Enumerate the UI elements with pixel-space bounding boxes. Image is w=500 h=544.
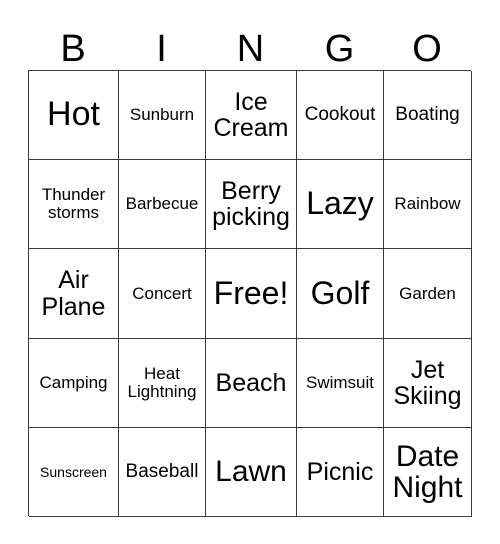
bingo-cell[interactable]: Lazy xyxy=(297,160,384,249)
bingo-cell[interactable]: Barbecue xyxy=(119,160,206,249)
bingo-cell[interactable]: Garden xyxy=(384,249,472,339)
bingo-cell[interactable]: Lawn xyxy=(206,428,297,517)
bingo-cell-label: Beach xyxy=(215,368,287,397)
bingo-cell-label: Lawn xyxy=(215,455,287,489)
header-letter-i: I xyxy=(156,28,167,70)
bingo-cell-label: Date Night xyxy=(392,439,463,504)
bingo-cell[interactable]: Thunder storms xyxy=(29,160,119,249)
bingo-cell-label: Free! xyxy=(213,274,289,311)
bingo-cell-label: Picnic xyxy=(306,457,374,486)
bingo-cell-label: Garden xyxy=(399,283,456,303)
bingo-card: B I N G O Hot Sunburn Ice Cream Cookout Boat… xyxy=(0,0,500,544)
bingo-cell[interactable]: Swimsuit xyxy=(297,339,384,428)
bingo-cell-label: Sunscreen xyxy=(40,463,107,480)
bingo-cell-label: Baseball xyxy=(125,461,199,483)
bingo-cell-label: Rainbow xyxy=(394,194,461,214)
bingo-cell-label: Jet Skiing xyxy=(393,355,462,410)
bingo-cell-label: Concert xyxy=(132,283,192,303)
bingo-cell[interactable]: Golf xyxy=(297,249,384,339)
bingo-cell-label: Air Plane xyxy=(41,266,106,321)
bingo-cell-label: Hot xyxy=(47,95,100,134)
bingo-cell[interactable]: Air Plane xyxy=(29,249,119,339)
bingo-cell-label: Ice Cream xyxy=(213,87,289,142)
bingo-cell-label: Lazy xyxy=(306,185,374,222)
bingo-cell-label: Thunder storms xyxy=(41,185,106,222)
header-letter-b: B xyxy=(60,28,86,70)
bingo-cell[interactable]: Berry picking xyxy=(206,160,297,249)
bingo-cell[interactable]: Heat Lightning xyxy=(119,339,206,428)
header-letter-n: N xyxy=(236,28,265,70)
bingo-cell[interactable]: Camping xyxy=(29,339,119,428)
bingo-grid: Hot Sunburn Ice Cream Cookout Boating Thunder… xyxy=(28,70,472,517)
bingo-cell[interactable]: Date Night xyxy=(384,428,472,517)
bingo-cell-label: Barbecue xyxy=(125,194,199,214)
bingo-cell-label: Swimsuit xyxy=(305,373,374,393)
bingo-cell[interactable]: Picnic xyxy=(297,428,384,517)
header-letter-g: G xyxy=(324,28,355,70)
bingo-cell-label: Sunburn xyxy=(129,105,195,125)
bingo-cell[interactable]: Concert xyxy=(119,249,206,339)
bingo-cell[interactable]: Baseball xyxy=(119,428,206,517)
bingo-cell[interactable]: Ice Cream xyxy=(206,71,297,160)
bingo-cell[interactable]: Hot xyxy=(29,71,119,160)
bingo-cell[interactable]: Rainbow xyxy=(384,160,472,249)
bingo-cell-free-space[interactable]: Free! xyxy=(206,249,297,339)
bingo-cell-label: Heat Lightning xyxy=(127,364,197,401)
bingo-cell-label: Camping xyxy=(39,373,108,393)
bingo-cell[interactable]: Sunburn xyxy=(119,71,206,160)
bingo-cell[interactable]: Boating xyxy=(384,71,472,160)
bingo-cell[interactable]: Cookout xyxy=(297,71,384,160)
header-letter-o: O xyxy=(412,28,442,70)
bingo-cell-label: Boating xyxy=(395,104,460,126)
bingo-cell-label: Berry picking xyxy=(212,176,290,231)
bingo-cell-label: Cookout xyxy=(304,104,376,126)
bingo-cell-label: Golf xyxy=(310,274,370,311)
bingo-cell[interactable]: Jet Skiing xyxy=(384,339,472,428)
bingo-cell[interactable]: Beach xyxy=(206,339,297,428)
bingo-header-row: B I N G O xyxy=(28,22,471,70)
bingo-cell[interactable]: Sunscreen xyxy=(29,428,119,517)
